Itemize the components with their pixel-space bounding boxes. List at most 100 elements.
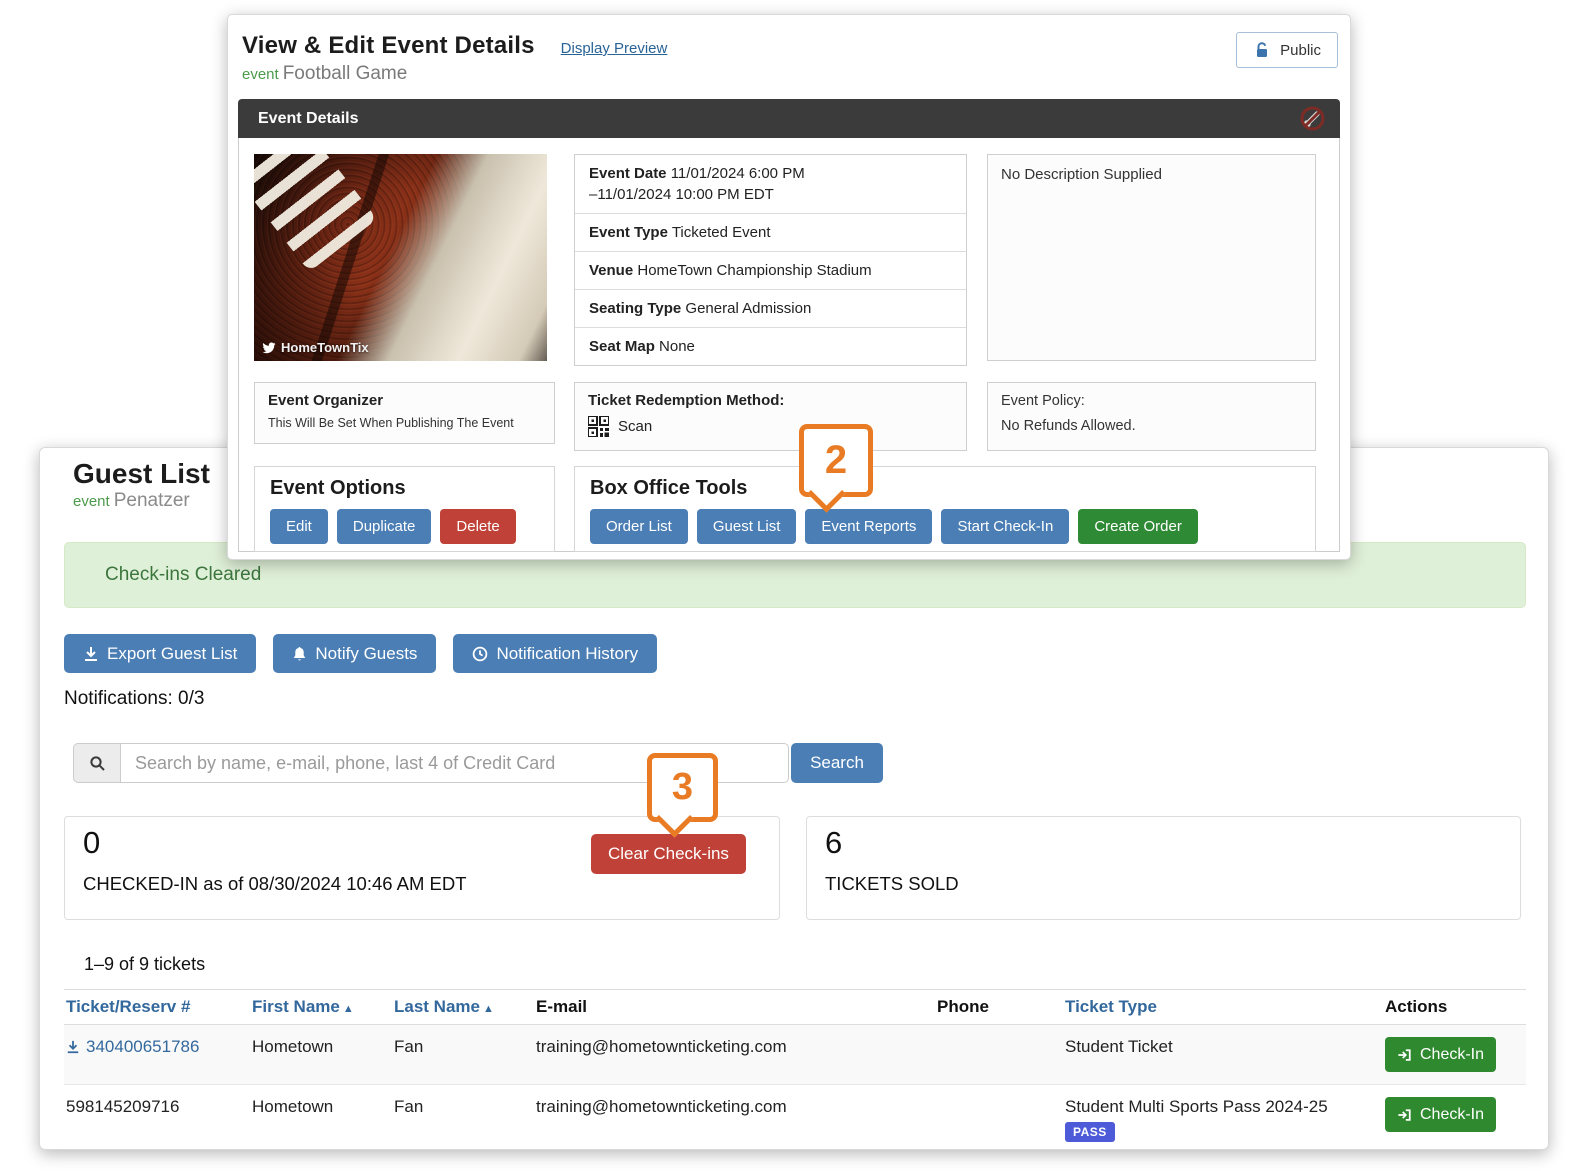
policy-text: No Refunds Allowed. bbox=[1001, 418, 1302, 434]
section-title: Event Details bbox=[258, 110, 358, 128]
event-label: event bbox=[242, 66, 279, 83]
guest-list-button[interactable]: Guest List bbox=[697, 509, 797, 544]
bell-icon bbox=[292, 646, 307, 662]
event-description-box: No Description Supplied bbox=[987, 154, 1316, 361]
organizer-title: Event Organizer bbox=[268, 392, 541, 409]
pass-badge: PASS bbox=[1065, 1122, 1115, 1142]
edit-button[interactable]: Edit bbox=[270, 509, 328, 544]
event-organizer-box: Event Organizer This Will Be Set When Pu… bbox=[254, 382, 555, 444]
event-options-title: Event Options bbox=[270, 477, 539, 500]
page-title: View & Edit Event Details bbox=[242, 32, 535, 60]
cell-first-name: Hometown bbox=[250, 1085, 392, 1151]
step-3-callout: 3 bbox=[647, 753, 718, 822]
table-row: 598145209716 Hometown Fan training@homet… bbox=[64, 1085, 1526, 1151]
cell-email: training@hometownticketing.com bbox=[534, 1085, 935, 1151]
start-check-in-button[interactable]: Start Check-In bbox=[941, 509, 1069, 544]
pagination-summary: 1–9 of 9 tickets bbox=[84, 954, 205, 975]
cell-ticket-type: Student Multi Sports Pass 2024-25 PASS bbox=[1063, 1085, 1383, 1151]
col-header-ticket[interactable]: Ticket/Reserv # bbox=[64, 990, 250, 1025]
field-venue: Venue HomeTown Championship Stadium bbox=[575, 252, 966, 290]
page-title: Guest List bbox=[73, 458, 210, 490]
search-button[interactable]: Search bbox=[791, 743, 883, 783]
check-in-button[interactable]: Check-In bbox=[1385, 1037, 1496, 1072]
tools-disabled-icon[interactable] bbox=[1299, 105, 1326, 132]
event-options-box: Event Options Edit Duplicate Delete bbox=[254, 466, 555, 552]
box-office-tools-title: Box Office Tools bbox=[590, 477, 1300, 500]
col-header-ticket-type[interactable]: Ticket Type bbox=[1063, 990, 1383, 1025]
field-event-type: Event Type Ticketed Event bbox=[575, 214, 966, 252]
cell-first-name: Hometown bbox=[250, 1025, 392, 1085]
col-header-first-name[interactable]: First Name▲ bbox=[250, 990, 392, 1025]
event-name: Penatzer bbox=[114, 490, 190, 511]
tickets-sold-label: TICKETS SOLD bbox=[825, 873, 959, 895]
step-2-callout: 2 bbox=[799, 424, 873, 497]
delete-button[interactable]: Delete bbox=[440, 509, 515, 544]
football-stripe bbox=[324, 154, 547, 361]
cell-email: training@hometownticketing.com bbox=[534, 1025, 935, 1085]
field-seating-type: Seating Type General Admission bbox=[575, 290, 966, 328]
search-icon bbox=[73, 743, 120, 783]
image-watermark: HomeTownTix bbox=[281, 340, 369, 355]
col-header-phone: Phone bbox=[935, 990, 1063, 1025]
col-header-last-name[interactable]: Last Name▲ bbox=[392, 990, 534, 1025]
guest-table: Ticket/Reserv # First Name▲ Last Name▲ E… bbox=[64, 989, 1526, 1150]
cell-last-name: Fan bbox=[392, 1085, 534, 1151]
notifications-count: Notifications: 0/3 bbox=[64, 688, 204, 710]
event-policy-box: Event Policy: No Refunds Allowed. bbox=[987, 382, 1316, 451]
event-reports-button[interactable]: Event Reports bbox=[805, 509, 932, 544]
tickets-sold-stat-card: 6 TICKETS SOLD bbox=[806, 816, 1521, 920]
create-order-button[interactable]: Create Order bbox=[1078, 509, 1198, 544]
sign-in-icon bbox=[1397, 1048, 1412, 1062]
tickets-sold-count: 6 bbox=[825, 825, 842, 861]
public-label: Public bbox=[1280, 42, 1321, 59]
order-list-button[interactable]: Order List bbox=[590, 509, 688, 544]
export-guest-list-label: Export Guest List bbox=[107, 644, 237, 664]
cell-phone bbox=[935, 1025, 1063, 1085]
organizer-note: This Will Be Set When Publishing The Eve… bbox=[268, 416, 541, 430]
redemption-title: Ticket Redemption Method: bbox=[588, 392, 953, 409]
check-in-label: Check-In bbox=[1420, 1046, 1484, 1064]
redemption-method: Scan bbox=[618, 418, 652, 435]
notification-history-button[interactable]: Notification History bbox=[453, 634, 657, 673]
event-image: HomeTownTix bbox=[254, 154, 547, 361]
twitter-bird-icon bbox=[262, 342, 276, 354]
unlock-icon bbox=[1253, 41, 1271, 60]
event-name: Football Game bbox=[283, 63, 408, 84]
event-details-section-header: Event Details bbox=[238, 99, 1340, 138]
field-seat-map: Seat Map None bbox=[575, 328, 966, 365]
cell-ticket-type: Student Ticket bbox=[1063, 1025, 1383, 1085]
qr-code-icon bbox=[588, 416, 609, 437]
sign-in-icon bbox=[1397, 1108, 1412, 1122]
ticket-number-link[interactable]: 340400651786 bbox=[66, 1037, 199, 1057]
policy-title: Event Policy: bbox=[1001, 393, 1302, 409]
table-header-row: Ticket/Reserv # First Name▲ Last Name▲ E… bbox=[64, 990, 1526, 1025]
event-label: event bbox=[73, 493, 110, 510]
alert-text: Check-ins Cleared bbox=[105, 564, 261, 586]
ticket-download-icon bbox=[66, 1040, 80, 1054]
event-fields-list: Event Date 11/01/2024 6:00 PM –11/01/202… bbox=[574, 154, 967, 366]
sort-asc-icon: ▲ bbox=[343, 1003, 354, 1015]
checked-in-label: CHECKED-IN as of 08/30/2024 10:46 AM EDT bbox=[83, 873, 467, 895]
event-details-panel: View & Edit Event Details Display Previe… bbox=[227, 14, 1351, 560]
notification-history-label: Notification History bbox=[496, 644, 638, 664]
sort-asc-icon: ▲ bbox=[483, 1003, 494, 1015]
notify-guests-button[interactable]: Notify Guests bbox=[273, 634, 436, 673]
notify-guests-label: Notify Guests bbox=[315, 644, 417, 664]
check-in-button[interactable]: Check-In bbox=[1385, 1097, 1496, 1132]
ticket-number-text: 598145209716 bbox=[64, 1085, 250, 1151]
field-event-date: Event Date 11/01/2024 6:00 PM –11/01/202… bbox=[575, 155, 966, 214]
display-preview-link[interactable]: Display Preview bbox=[561, 40, 668, 57]
checked-in-count: 0 bbox=[83, 825, 100, 861]
football-laces bbox=[254, 154, 377, 272]
clear-checkins-button[interactable]: Clear Check-ins bbox=[591, 834, 746, 874]
duplicate-button[interactable]: Duplicate bbox=[337, 509, 432, 544]
col-header-email: E-mail bbox=[534, 990, 935, 1025]
public-visibility-button[interactable]: Public bbox=[1236, 32, 1338, 68]
export-guest-list-button[interactable]: Export Guest List bbox=[64, 634, 256, 673]
col-header-actions: Actions bbox=[1383, 990, 1526, 1025]
table-row: 340400651786 Hometown Fan training@homet… bbox=[64, 1025, 1526, 1085]
ticket-redemption-box: Ticket Redemption Method: Scan bbox=[574, 382, 967, 451]
cell-last-name: Fan bbox=[392, 1025, 534, 1085]
cell-phone bbox=[935, 1085, 1063, 1151]
download-icon bbox=[83, 646, 99, 662]
